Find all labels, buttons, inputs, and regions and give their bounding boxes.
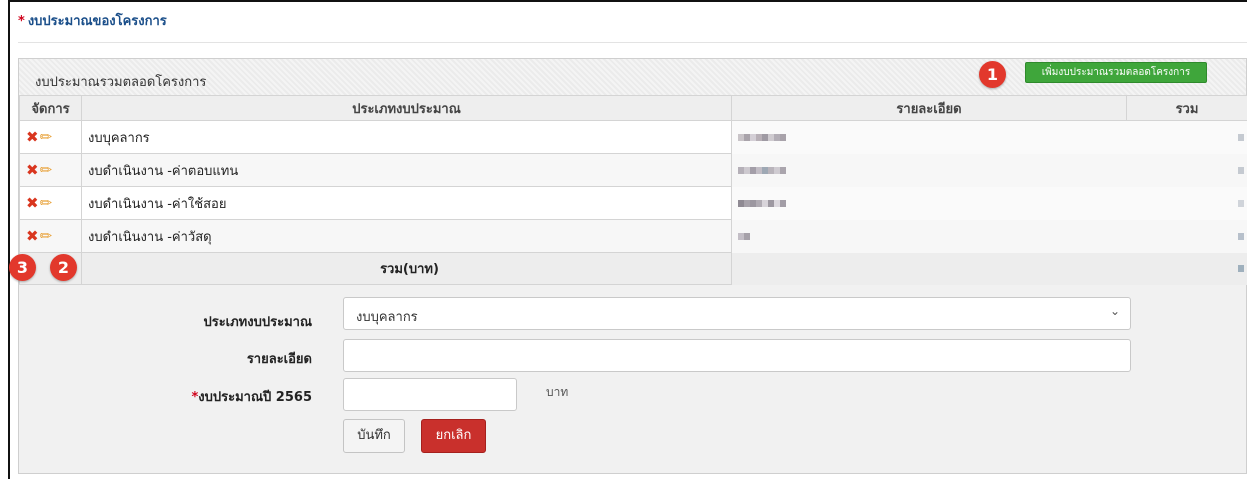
amount-label-text: งบประมาณปี 2565 <box>198 390 312 405</box>
table-row: ✖✏ งบบุคลากร <box>19 120 1247 154</box>
row-total-redacted <box>1126 120 1247 154</box>
detail-input[interactable] <box>343 339 1131 372</box>
edit-pencil-icon[interactable]: ✏ <box>40 227 53 245</box>
table-row: ✖✏ งบดำเนินงาน -ค่าวัสดุ <box>19 219 1247 253</box>
table-row: ✖✏ งบดำเนินงาน -ค่าใช้สอย <box>19 186 1247 220</box>
row-total-redacted <box>1126 219 1247 253</box>
column-header-detail: รายละเอียด <box>731 95 1127 121</box>
row-actions: ✖✏ <box>19 219 82 253</box>
edit-pencil-icon[interactable]: ✏ <box>40 161 53 179</box>
panel-header: งบประมาณรวมตลอดโครงการ เพิ่มงบประมาณรวมต… <box>19 59 1246 96</box>
detail-label: รายละเอียด <box>246 352 312 367</box>
delete-x-icon[interactable]: ✖ <box>26 194 39 212</box>
column-header-manage: จัดการ <box>19 95 82 121</box>
budget-table: จัดการ ประเภทงบประมาณ รายละเอียด รวม ✖✏ … <box>19 95 1247 285</box>
amount-input[interactable] <box>343 378 517 411</box>
row-actions: ✖✏ <box>19 120 82 154</box>
column-header-budget-type: ประเภทงบประมาณ <box>81 95 732 121</box>
column-header-total: รวม <box>1126 95 1247 121</box>
panel-title: งบประมาณรวมตลอดโครงการ <box>35 75 207 90</box>
row-actions: ✖✏ <box>19 153 82 187</box>
row-budget-type: งบดำเนินงาน -ค่าใช้สอย <box>81 186 732 220</box>
row-detail-redacted <box>731 120 1127 154</box>
section-title: * งบประมาณของโครงการ <box>18 10 167 31</box>
budget-type-label: ประเภทงบประมาณ <box>203 315 312 330</box>
row-detail-redacted <box>731 153 1127 187</box>
annotation-marker-1: 1 <box>979 61 1006 88</box>
add-total-budget-button[interactable]: เพิ่มงบประมาณรวมตลอดโครงการ <box>1025 62 1207 83</box>
total-label: รวม(บาท) <box>81 252 732 285</box>
delete-x-icon[interactable]: ✖ <box>26 161 39 179</box>
total-detail-redacted <box>731 252 1127 285</box>
delete-x-icon[interactable]: ✖ <box>26 227 39 245</box>
row-budget-type: งบดำเนินงาน -ค่าวัสดุ <box>81 219 732 253</box>
total-value-redacted <box>1126 252 1247 285</box>
row-budget-type: งบดำเนินงาน -ค่าตอบแทน <box>81 153 732 187</box>
row-total-redacted <box>1126 153 1247 187</box>
cancel-button[interactable]: ยกเลิก <box>421 419 486 453</box>
table-row: ✖✏ งบดำเนินงาน -ค่าตอบแทน <box>19 153 1247 187</box>
table-header-row: จัดการ ประเภทงบประมาณ รายละเอียด รวม <box>19 95 1247 121</box>
edit-pencil-icon[interactable]: ✏ <box>40 128 53 146</box>
row-detail-redacted <box>731 219 1127 253</box>
chevron-down-icon: ⌄ <box>1109 304 1120 318</box>
annotation-marker-3: 3 <box>9 254 36 281</box>
section-title-text: งบประมาณของโครงการ <box>27 14 167 29</box>
budget-type-select[interactable]: งบบุคลากร ⌄ <box>343 297 1131 330</box>
save-button[interactable]: บันทึก <box>343 419 405 453</box>
row-actions: ✖✏ <box>19 186 82 220</box>
row-total-redacted <box>1126 186 1247 220</box>
annotation-marker-2: 2 <box>50 254 77 281</box>
title-divider <box>18 42 1247 43</box>
required-mark: * <box>18 14 25 29</box>
edit-pencil-icon[interactable]: ✏ <box>40 194 53 212</box>
budget-type-selected-value: งบบุคลากร <box>356 310 418 325</box>
amount-label: *งบประมาณปี 2565 <box>191 386 312 407</box>
currency-unit: บาท <box>546 385 569 399</box>
delete-x-icon[interactable]: ✖ <box>26 128 39 146</box>
table-total-row: รวม(บาท) <box>19 252 1247 285</box>
row-detail-redacted <box>731 186 1127 220</box>
row-budget-type: งบบุคลากร <box>81 120 732 154</box>
